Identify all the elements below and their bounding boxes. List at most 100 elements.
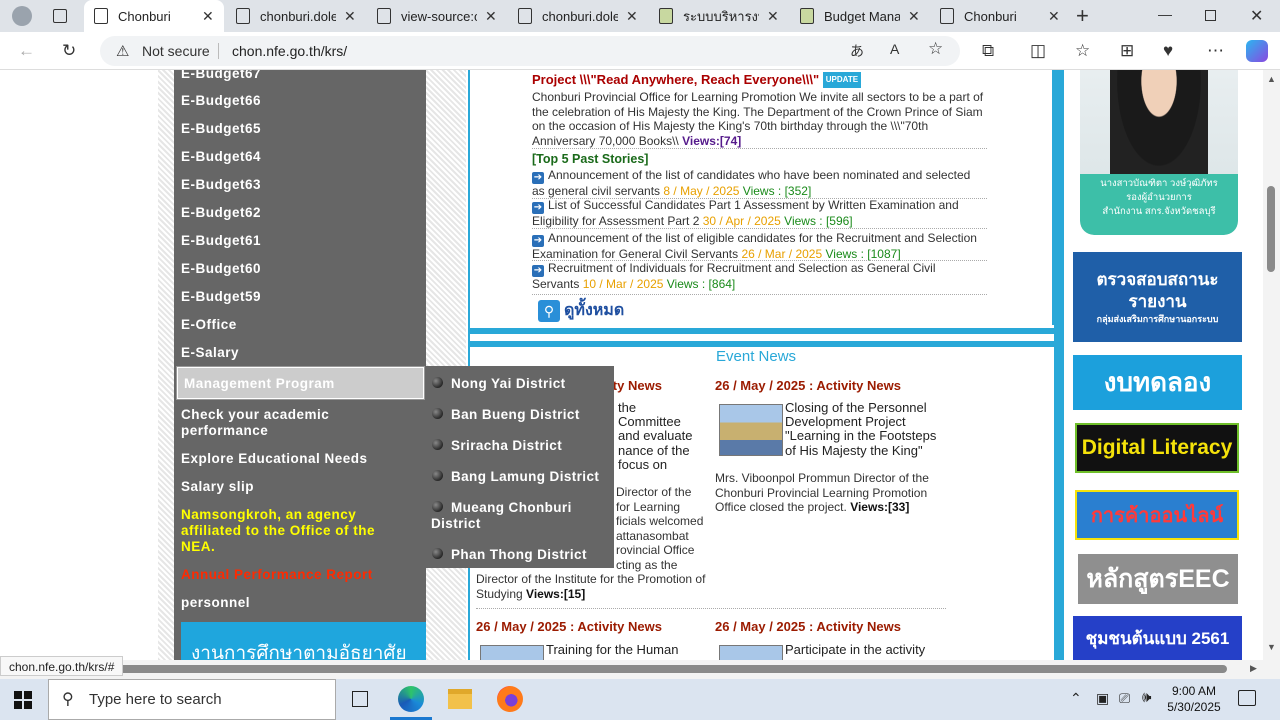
close-tab-icon[interactable]: ✕ [908, 8, 920, 25]
sidebar-item-ebudget61[interactable]: E-Budget61 [181, 233, 261, 249]
sidebar-item-educational-needs[interactable]: Explore Educational Needs [181, 451, 368, 467]
model-community-banner[interactable]: ชุมชนต้นแบบ 2561 [1073, 616, 1242, 660]
online-commerce-banner[interactable]: การค้าออนไลน์ [1075, 490, 1239, 540]
taskbar-search-input[interactable]: ⚲ Type here to search [48, 679, 336, 720]
extensions-icon[interactable]: ⧉ [982, 41, 994, 61]
event-title[interactable]: the Committee and evaluate nance of the focu… [618, 400, 708, 472]
scroll-thumb[interactable] [15, 665, 1227, 673]
tray-chevron-icon[interactable]: ⌃ [1070, 690, 1082, 707]
event-thumbnail[interactable] [719, 404, 783, 456]
address-bar[interactable]: ⚠ Not secure chon.nfe.go.th/krs/ あ A ☆ [100, 36, 960, 66]
sidebar-item-eoffice[interactable]: E-Office [181, 317, 237, 333]
sidebar-item-ebudget59[interactable]: E-Budget59 [181, 289, 261, 305]
close-tab-icon[interactable]: ✕ [344, 8, 356, 25]
volume-icon[interactable]: 🕪 [1142, 689, 1151, 706]
sidebar-item-namsongkroh[interactable]: Namsongkroh, an agency affiliated to the… [181, 507, 406, 555]
translate-icon[interactable]: あ [850, 41, 864, 61]
top-story-body[interactable]: Chonburi Provincial Office for Learning … [532, 90, 983, 148]
sidebar-item-ebudget66[interactable]: E-Budget66 [181, 93, 261, 109]
read-aloud-icon[interactable]: A [890, 41, 899, 57]
collections-icon[interactable]: ⊞ [1120, 41, 1134, 61]
back-icon[interactable]: ← [18, 41, 35, 61]
profile-icon[interactable] [12, 6, 32, 26]
event-thumbnail[interactable] [719, 645, 783, 660]
network-icon[interactable]: ⎚ [1119, 690, 1130, 707]
sidebar-item-salary-slip[interactable]: Salary slip [181, 479, 254, 495]
close-tab-icon[interactable]: ✕ [1048, 8, 1060, 25]
tab-4[interactable]: chonburi.dole ✕ [508, 0, 648, 32]
firefox-icon[interactable] [497, 686, 523, 712]
event-title[interactable]: Closing of the Personnel Development Pro… [785, 400, 945, 458]
tab-7[interactable]: Chonburi ✕ [930, 0, 1070, 32]
event-title[interactable]: Training for the Human [546, 642, 678, 657]
scroll-right-icon[interactable]: ▶ [1250, 663, 1257, 674]
horizontal-scrollbar[interactable]: ▶ [0, 660, 1280, 679]
tab-2[interactable]: chonburi.dole ✕ [226, 0, 366, 32]
past-story-item[interactable]: ➔ Recruitment of Individuals for Recruitm… [532, 261, 977, 292]
sidebar-item-personnel[interactable]: personnel [181, 595, 250, 611]
eec-course-banner[interactable]: หลักสูตรEEC [1078, 554, 1238, 604]
sidebar-item-ebudget64[interactable]: E-Budget64 [181, 149, 261, 165]
submenu-item-phan-thong[interactable]: Phan Thong District [431, 547, 587, 563]
split-screen-icon[interactable]: ◫ [1030, 41, 1046, 61]
reload-icon[interactable]: ↻ [62, 41, 76, 61]
sidebar-item-ebudget65[interactable]: E-Budget65 [181, 121, 261, 137]
sidebar-item-ebudget62[interactable]: E-Budget62 [181, 205, 261, 221]
tab-3[interactable]: view-source:c ✕ [367, 0, 507, 32]
file-explorer-icon[interactable] [448, 689, 472, 709]
submenu-item-nong-yai[interactable]: Nong Yai District [431, 376, 566, 392]
tab-actions-icon[interactable] [53, 9, 67, 23]
sidebar-item-ebudget60[interactable]: E-Budget60 [181, 261, 261, 277]
sidebar-item-esalary[interactable]: E-Salary [181, 345, 239, 361]
copilot-icon[interactable] [1246, 40, 1268, 62]
event-desc[interactable]: Mrs. Viboonpol Prommun Director of the C… [715, 471, 945, 515]
submenu-item-bang-lamung[interactable]: Bang Lamung District [431, 469, 599, 485]
close-window-button[interactable]: ✕ [1250, 6, 1263, 26]
restore-button[interactable] [1205, 10, 1216, 21]
more-menu-icon[interactable]: ⋯ [1207, 41, 1224, 61]
windows-start-icon[interactable] [14, 691, 32, 709]
task-view-icon[interactable] [352, 691, 368, 707]
sidebar-item-management-program[interactable]: Management Program [176, 366, 425, 400]
event-thumbnail[interactable] [480, 645, 544, 660]
digital-literacy-banner[interactable]: Digital Literacy [1075, 423, 1239, 473]
tab-5[interactable]: ระบบบริหารงบป ✕ [649, 0, 789, 32]
tab-6[interactable]: Budget Manag ✕ [790, 0, 930, 32]
vertical-scrollbar[interactable]: ▲ ▼ [1263, 70, 1280, 660]
status-report-banner[interactable]: ตรวจสอบสถานะ รายงาน กลุ่มส่งเสริมการศึกษ… [1073, 252, 1242, 342]
top-story-title[interactable]: Project \\\"Read Anywhere, Reach Everyon… [532, 72, 819, 87]
close-tab-icon[interactable]: ✕ [202, 8, 214, 25]
clock[interactable]: 9:00 AM 5/30/2025 [1166, 683, 1222, 715]
warning-icon[interactable]: ⚠ [116, 42, 129, 60]
url-text[interactable]: chon.nfe.go.th/krs/ [232, 43, 347, 59]
favorites-icon[interactable]: ☆ [1075, 41, 1090, 61]
minimize-button[interactable]: — [1158, 6, 1172, 22]
scroll-thumb[interactable] [1267, 186, 1275, 272]
close-tab-icon[interactable]: ✕ [626, 8, 638, 25]
past-story-item[interactable]: ➔ List of Successful Candidates Part 1 As… [532, 198, 977, 229]
submenu-item-mueang-chonburi[interactable]: Mueang Chonburi District [431, 500, 611, 532]
sidebar-item-ebudget67[interactable]: E-Budget67 [181, 70, 261, 82]
edge-icon[interactable] [398, 686, 424, 712]
submenu-item-ban-bueng[interactable]: Ban Bueng District [431, 407, 580, 423]
favorite-star-icon[interactable]: ☆ [928, 39, 943, 59]
tray-app-icon[interactable]: ▣ [1096, 690, 1109, 707]
trial-budget-banner[interactable]: งบทดลอง [1073, 355, 1242, 410]
sidebar-item-ebudget63[interactable]: E-Budget63 [181, 177, 261, 193]
scroll-down-icon[interactable]: ▼ [1267, 642, 1276, 652]
submenu-item-sriracha[interactable]: Sriracha District [431, 438, 562, 454]
past-story-item[interactable]: ➔ Announcement of the list of candidates … [532, 168, 972, 199]
close-tab-icon[interactable]: ✕ [767, 8, 779, 25]
sidebar-item-annual-report[interactable]: Annual Performance Report [181, 567, 373, 583]
scroll-up-icon[interactable]: ▲ [1267, 74, 1276, 84]
notifications-icon[interactable] [1238, 690, 1256, 706]
view-all-link[interactable]: ⚲ ดูทั้งหมด [538, 298, 624, 323]
security-label[interactable]: Not secure [142, 43, 210, 59]
past-story-item[interactable]: ➔ Announcement of the list of eligible ca… [532, 231, 977, 262]
event-title[interactable]: Participate in the activity [785, 642, 925, 657]
tab-chonburi[interactable]: Chonburi ✕ [84, 0, 224, 32]
performance-icon[interactable]: ♥ [1163, 41, 1173, 61]
close-tab-icon[interactable]: ✕ [485, 8, 497, 25]
new-tab-button[interactable]: + [1076, 3, 1089, 29]
informal-education-banner[interactable]: งานการศึกษาตามอัธยาศัย [181, 622, 426, 660]
